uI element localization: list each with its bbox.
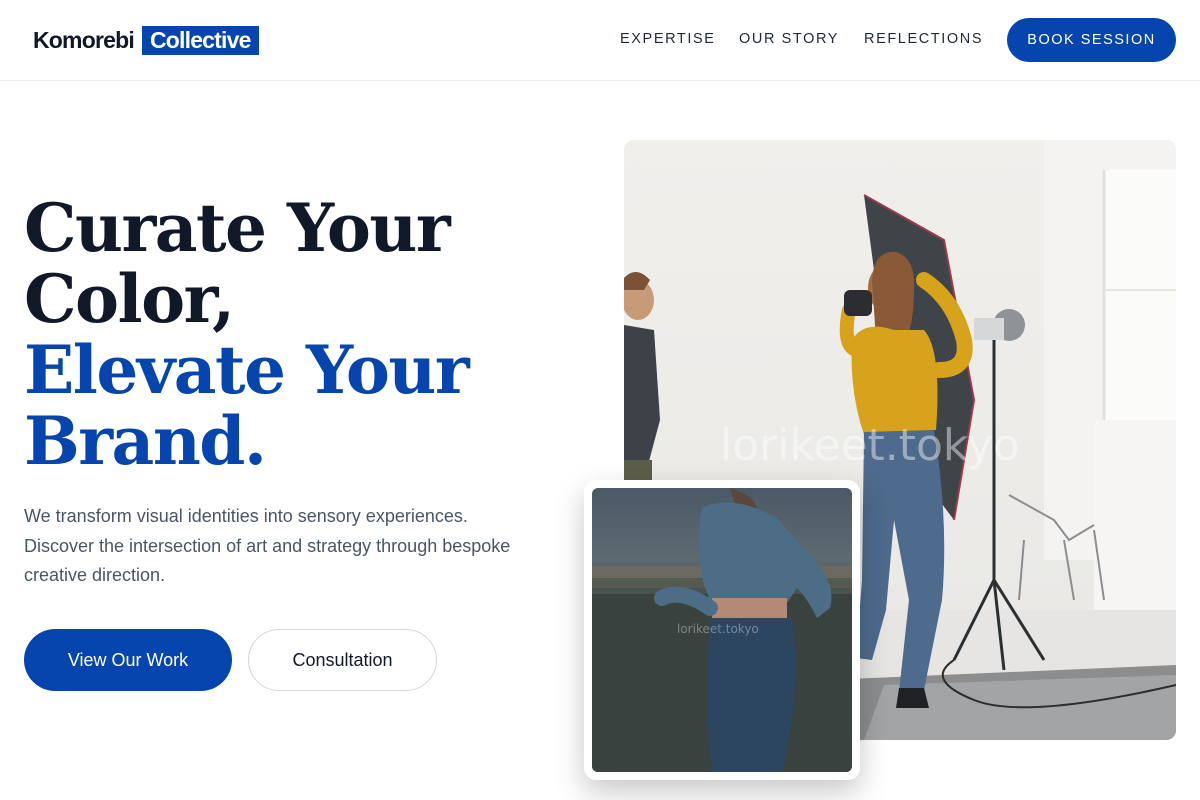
brand-name-highlight: Collective [141, 25, 259, 55]
view-our-work-button[interactable]: View Our Work [24, 629, 232, 691]
brand-name-primary: Komorebi [33, 26, 135, 53]
headline-line-4: Brand. [24, 402, 267, 480]
hero-description: We transform visual identities into sens… [24, 506, 511, 585]
headline-line-3: Elevate Your [24, 331, 470, 409]
nav-link-expertise[interactable]: EXPERTISE [620, 31, 716, 47]
consultation-button[interactable]: Consultation [248, 629, 437, 691]
headline-line-1: Curate Your [24, 189, 451, 267]
brand-logo[interactable]: Komorebi Collective [33, 25, 259, 55]
main-photo-watermark: lorikeet.tokyo [720, 420, 1020, 471]
headline-line-2: Color, [24, 260, 235, 338]
featured-photo-card: lorikeet.tokyo [584, 480, 860, 780]
hero-headline: Curate Your Color, Elevate Your Brand. [24, 193, 584, 477]
site-header: Komorebi Collective EXPERTISE OUR STORY … [0, 0, 1200, 81]
inset-photo-watermark: lorikeet.tokyo [677, 622, 759, 636]
nav-link-reflections[interactable]: REFLECTIONS [864, 31, 983, 47]
denim-portrait-photo: lorikeet.tokyo [592, 488, 852, 772]
book-session-button[interactable]: BOOK SESSION [1007, 18, 1176, 62]
nav-link-our-story[interactable]: OUR STORY [739, 31, 839, 47]
